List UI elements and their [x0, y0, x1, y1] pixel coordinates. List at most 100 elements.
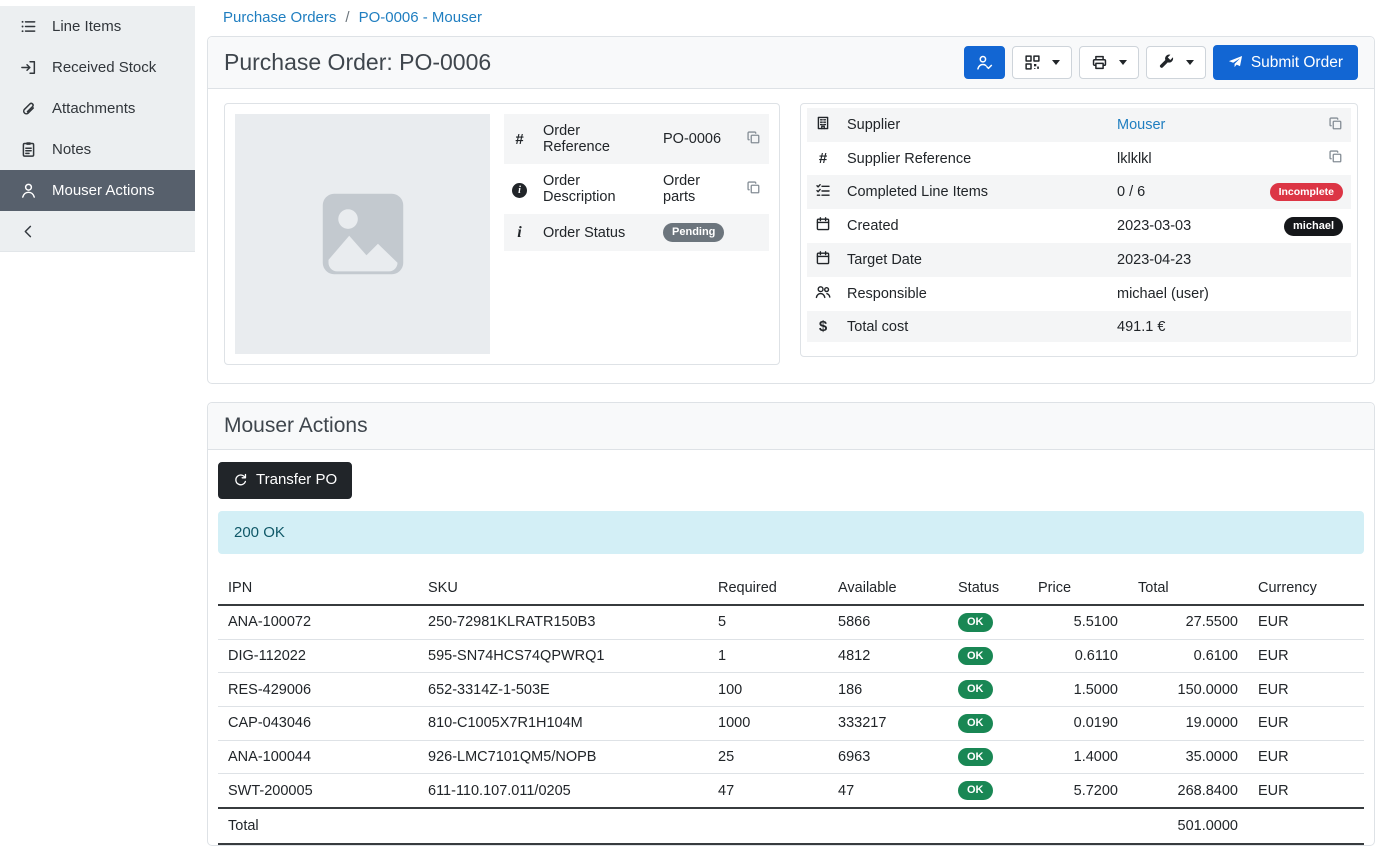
detail-row-target-date: Target Date2023-04-23 [807, 243, 1351, 277]
detail-value: Mouser [1109, 108, 1256, 142]
table-header-row: IPNSKURequiredAvailableStatusPriceTotalC… [218, 572, 1364, 605]
sidebar-item-label: Received Stock [52, 59, 156, 76]
cell-price: 0.6110 [1028, 639, 1128, 673]
sidebar-item-mouser-actions[interactable]: Mouser Actions [0, 170, 195, 211]
sidebar-item-notes[interactable]: Notes [0, 129, 195, 170]
cell-available: 5866 [828, 605, 948, 639]
cell-ipn: CAP-043046 [218, 707, 418, 741]
cell-total: 268.8400 [1128, 774, 1248, 808]
detail-row-order-reference: # Order Reference PO-0006 [504, 114, 769, 164]
sidebar-item-label: Attachments [52, 100, 135, 117]
cell-status: OK [948, 639, 1028, 673]
total-row: Total 501.0000 [218, 808, 1364, 844]
cell-total: 0.6100 [1128, 639, 1248, 673]
detail-value: Order parts [655, 164, 732, 214]
ok-badge: OK [958, 781, 993, 800]
breadcrumb-link-current-order[interactable]: PO-0006 - Mouser [359, 9, 482, 26]
hash-icon: # [515, 131, 523, 148]
sidebar-item-attachments[interactable]: Attachments [0, 88, 195, 129]
detail-value-text: 0 / 6 [1117, 184, 1145, 200]
cell-sku: 810-C1005X7R1H104M [418, 707, 708, 741]
paperclip-icon [20, 100, 37, 117]
sidebar-item-received-stock[interactable]: Received Stock [0, 47, 195, 88]
detail-row-order-status: iOrder StatusPending [504, 214, 769, 251]
purchase-order-panel: Purchase Order: PO-0006 Submit Order # Or… [207, 36, 1375, 384]
sidebar-collapse-button[interactable] [0, 211, 195, 251]
copy-icon [1328, 149, 1343, 164]
cell-ipn: ANA-100072 [218, 605, 418, 639]
cell-required: 100 [708, 673, 828, 707]
clipboard-icon [20, 141, 37, 158]
cell-sku: 595-SN74HCS74QPWRQ1 [418, 639, 708, 673]
purchase-order-panel-header: Purchase Order: PO-0006 Submit Order [208, 37, 1374, 89]
detail-value: 0 / 6 [1109, 175, 1256, 209]
page-title: Purchase Order: PO-0006 [224, 49, 491, 76]
detail-label: Total cost [839, 311, 1109, 342]
cell-price: 0.0190 [1028, 707, 1128, 741]
list-icon [20, 18, 37, 35]
copy-button[interactable] [1328, 116, 1343, 131]
cell-total: 150.0000 [1128, 673, 1248, 707]
hash-icon: # [819, 150, 827, 167]
table-row: SWT-200005611-110.107.011/02054747OK5.72… [218, 774, 1364, 808]
qr-icon [1024, 54, 1041, 71]
cell-ipn: DIG-112022 [218, 639, 418, 673]
supplier-link[interactable]: Mouser [1117, 117, 1165, 133]
column-header-required: Required [708, 572, 828, 605]
copy-button[interactable] [1328, 149, 1343, 164]
building-icon [815, 115, 831, 131]
submit-order-button[interactable]: Submit Order [1213, 45, 1358, 80]
refresh-icon [233, 473, 248, 488]
barcode-actions-button[interactable] [1012, 46, 1072, 79]
copy-button[interactable] [746, 180, 761, 195]
detail-label: Supplier Reference [839, 142, 1109, 175]
detail-value: Pending [655, 214, 732, 251]
cell-available: 6963 [828, 740, 948, 774]
column-header-total: Total [1128, 572, 1248, 605]
cell-currency: EUR [1248, 774, 1364, 808]
line-items-table: IPNSKURequiredAvailableStatusPriceTotalC… [218, 572, 1364, 845]
mouser-actions-panel: Mouser Actions Transfer PO 200 OK IPNSKU… [207, 402, 1375, 846]
order-image-placeholder[interactable] [235, 114, 490, 354]
cell-status: OK [948, 673, 1028, 707]
detail-label: Order Status [535, 214, 655, 251]
column-header-sku: SKU [418, 572, 708, 605]
user-action-button[interactable] [964, 46, 1005, 79]
copy-button[interactable] [746, 130, 761, 145]
detail-value-text: PO-0006 [663, 131, 721, 147]
sidebar-item-line-items[interactable]: Line Items [0, 6, 195, 47]
wrench-icon [1158, 54, 1175, 71]
detail-label: Order Reference [535, 114, 655, 164]
breadcrumb-link-purchase-orders[interactable]: Purchase Orders [223, 9, 336, 26]
cell-ipn: ANA-100044 [218, 740, 418, 774]
cell-required: 1000 [708, 707, 828, 741]
cell-sku: 652-3314Z-1-503E [418, 673, 708, 707]
status-alert: 200 OK [218, 511, 1364, 554]
detail-value-text: lklklkl [1117, 151, 1152, 167]
cell-currency: EUR [1248, 639, 1364, 673]
table-row: ANA-100044926-LMC7101QM5/NOPB256963OK1.4… [218, 740, 1364, 774]
copy-icon [746, 130, 761, 145]
detail-value: lklklkl [1109, 142, 1256, 175]
detail-label: Completed Line Items [839, 175, 1109, 209]
order-actions-button[interactable] [1146, 46, 1206, 79]
print-actions-button[interactable] [1079, 46, 1139, 79]
order-details-section: #Order ReferencePO-0006iOrder Descriptio… [208, 89, 1374, 383]
detail-value-text: michael (user) [1117, 286, 1209, 302]
chevron-left-icon [20, 223, 37, 240]
ok-badge: OK [958, 748, 993, 767]
supplier-details-table: SupplierMouser#Supplier Referencelklklkl… [807, 108, 1351, 342]
table-row: CAP-043046810-C1005X7R1H104M1000333217OK… [218, 707, 1364, 741]
calendar-icon [815, 216, 831, 232]
breadcrumb-separator: / [345, 9, 349, 26]
detail-value: PO-0006 [655, 114, 732, 164]
transfer-po-button[interactable]: Transfer PO [218, 462, 352, 499]
sidebar-item-label: Line Items [52, 18, 121, 35]
ok-badge: OK [958, 613, 993, 632]
detail-label: Created [839, 209, 1109, 243]
cell-sku: 250-72981KLRATR150B3 [418, 605, 708, 639]
cell-available: 186 [828, 673, 948, 707]
detail-value: michael (user) [1109, 277, 1256, 311]
cell-status: OK [948, 707, 1028, 741]
image-placeholder-icon [317, 188, 409, 280]
